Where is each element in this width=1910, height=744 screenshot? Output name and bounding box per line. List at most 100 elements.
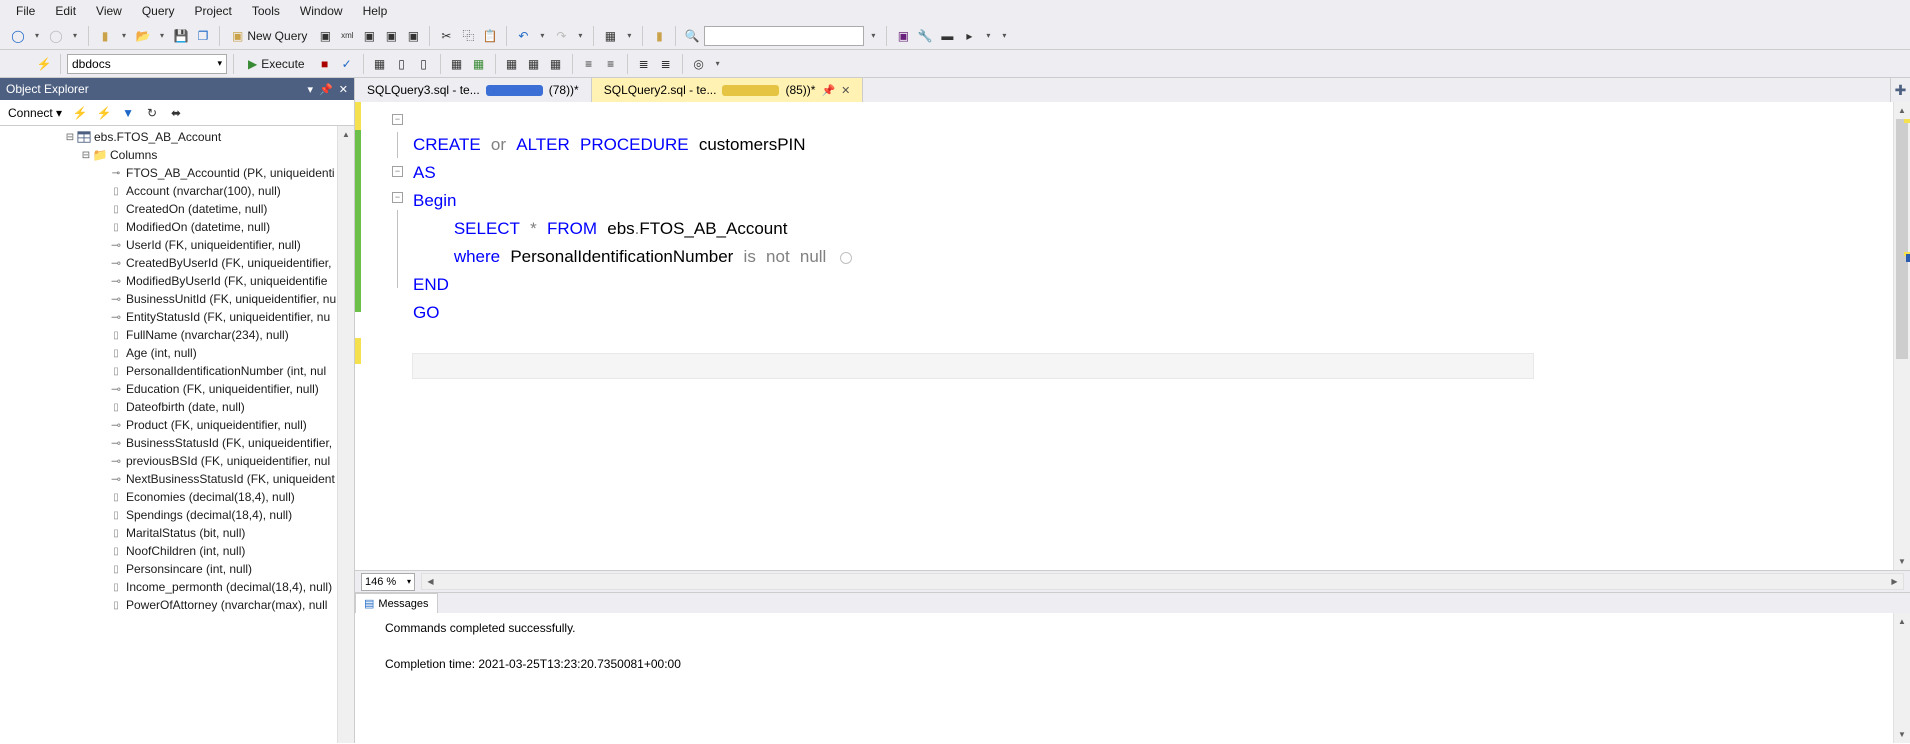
tree-table-node[interactable]: ⊟ ebs.FTOS_AB_Account [0, 128, 354, 146]
lightbulb-icon[interactable] [840, 252, 852, 264]
menu-query[interactable]: Query [132, 2, 185, 20]
tb-dd-9[interactable]: ▾ [981, 31, 995, 40]
menu-help[interactable]: Help [353, 2, 398, 20]
tb-icon-1[interactable]: ▣ [315, 26, 335, 46]
tree-column-node[interactable]: ⊸CreatedByUserId (FK, uniqueidentifier, [0, 254, 354, 272]
tree-scrollbar[interactable]: ▲ [337, 126, 354, 743]
tree-column-node[interactable]: ▯Economies (decimal(18,4), null) [0, 488, 354, 506]
refresh-icon[interactable]: ↻ [142, 103, 162, 123]
parse-icon[interactable]: ✓ [337, 54, 357, 74]
tree-column-node[interactable]: ⊸NextBusinessStatusId (FK, uniqueident [0, 470, 354, 488]
nav-forward-dropdown[interactable]: ▾ [68, 31, 82, 40]
qb-icon-5[interactable]: ▦ [469, 54, 489, 74]
qb-icon-7[interactable]: ▦ [524, 54, 544, 74]
qb-icon-4[interactable]: ▦ [447, 54, 467, 74]
tree-column-node[interactable]: ▯PersonalIdentificationNumber (int, nul [0, 362, 354, 380]
sql-code[interactable]: CREATE or ALTER PROCEDURE customersPIN A… [409, 102, 1910, 570]
save-all-icon[interactable]: ❐ [193, 26, 213, 46]
outdent-icon[interactable]: ≡ [601, 54, 621, 74]
pin-icon[interactable]: 📌 [319, 83, 333, 96]
new-item-icon[interactable]: ▮ [95, 26, 115, 46]
tb-icon-5[interactable]: ▦ [600, 26, 620, 46]
nav-forward-button[interactable]: ◯ [46, 26, 66, 46]
messages-scrollbar[interactable]: ▲ ▼ [1893, 613, 1910, 743]
messages-tab[interactable]: ▤ Messages [355, 593, 438, 613]
tb-dd-5[interactable]: ▾ [622, 31, 636, 40]
tree-column-node[interactable]: ⊸Product (FK, uniqueidentifier, null) [0, 416, 354, 434]
tree-column-node[interactable]: ▯Dateofbirth (date, null) [0, 398, 354, 416]
oe-icon-filter[interactable]: ▼ [118, 103, 138, 123]
database-selector[interactable]: dbdocs ▾ [67, 54, 227, 74]
undo-icon[interactable]: ↶ [513, 26, 533, 46]
tree-column-node[interactable]: ▯Income_permonth (decimal(18,4), null) [0, 578, 354, 596]
close-tab-icon[interactable]: ✕ [841, 84, 850, 97]
stop-icon[interactable]: ■ [315, 54, 335, 74]
redo-icon[interactable]: ↷ [551, 26, 571, 46]
tb-icon-3[interactable]: ▣ [381, 26, 401, 46]
comment-icon[interactable]: ≣ [634, 54, 654, 74]
qb-icon-1[interactable]: ▦ [370, 54, 390, 74]
qb-icon-8[interactable]: ▦ [546, 54, 566, 74]
tree-column-node[interactable]: ▯Account (nvarchar(100), null) [0, 182, 354, 200]
collapse-icon[interactable]: ⊟ [64, 132, 76, 143]
fold-toggle[interactable]: − [392, 192, 403, 203]
tree-column-node[interactable]: ⊸BusinessStatusId (FK, uniqueidentifier, [0, 434, 354, 452]
menu-file[interactable]: File [6, 2, 45, 20]
tree-column-node[interactable]: ▯Spendings (decimal(18,4), null) [0, 506, 354, 524]
save-icon[interactable]: 💾 [171, 26, 191, 46]
add-tab-button[interactable]: ✚ [1890, 78, 1910, 102]
nav-back-button[interactable]: ◯ [8, 26, 28, 46]
indent-icon[interactable]: ≡ [579, 54, 599, 74]
cut-icon[interactable]: ✂ [436, 26, 456, 46]
tb-icon-9[interactable]: ▸ [959, 26, 979, 46]
oe-icon-3[interactable]: ⬌ [166, 103, 186, 123]
redo-dropdown[interactable]: ▾ [573, 31, 587, 40]
search-dropdown[interactable]: ▾ [866, 31, 880, 40]
open-dropdown[interactable]: ▾ [155, 31, 169, 40]
zoom-selector[interactable]: 146 % ▾ [361, 573, 415, 591]
connect-button[interactable]: Connect ▾ [4, 104, 66, 122]
tb-icon-xml[interactable]: xml [337, 26, 357, 46]
tab-sqlquery3[interactable]: SQLQuery3.sql - te... xxxxxxxxx (78))* [355, 78, 592, 102]
qb-icon-last[interactable]: ◎ [689, 54, 709, 74]
tb-icon-8[interactable]: ▬ [937, 26, 957, 46]
connection-icon[interactable]: ⚡ [34, 54, 54, 74]
editor-vscrollbar[interactable]: ▲ ▼ [1893, 102, 1910, 570]
dropdown-icon[interactable]: ▾ [308, 83, 314, 96]
uncomment-icon[interactable]: ≣ [656, 54, 676, 74]
copy-icon[interactable]: ⿻ [458, 26, 478, 46]
menu-window[interactable]: Window [290, 2, 353, 20]
undo-dropdown[interactable]: ▾ [535, 31, 549, 40]
menu-edit[interactable]: Edit [45, 2, 86, 20]
tree-column-node[interactable]: ⊸previousBSId (FK, uniqueidentifier, nul [0, 452, 354, 470]
new-query-button[interactable]: ▣ New Query [226, 27, 313, 45]
qb-icon-6[interactable]: ▦ [502, 54, 522, 74]
oe-icon-2[interactable]: ⚡ [94, 103, 114, 123]
tree-column-node[interactable]: ▯ModifiedOn (datetime, null) [0, 218, 354, 236]
find-icon[interactable]: 🔍 [682, 26, 702, 46]
fold-toggle[interactable]: − [392, 166, 403, 177]
tb-icon-7[interactable]: ▣ [893, 26, 913, 46]
search-box[interactable] [704, 26, 864, 46]
tree-column-node[interactable]: ▯MaritalStatus (bit, null) [0, 524, 354, 542]
tree-column-node[interactable]: ⊸ModifiedByUserId (FK, uniqueidentifie [0, 272, 354, 290]
nav-back-dropdown[interactable]: ▾ [30, 31, 44, 40]
messages-output[interactable]: Commands completed successfully. Complet… [355, 613, 1910, 743]
pin-icon[interactable]: 📌 [821, 84, 835, 97]
tree-column-node[interactable]: ▯Personsincare (int, null) [0, 560, 354, 578]
tree-column-node[interactable]: ▯PowerOfAttorney (nvarchar(max), null [0, 596, 354, 614]
tree-column-node[interactable]: ▯Age (int, null) [0, 344, 354, 362]
tb-icon-2[interactable]: ▣ [359, 26, 379, 46]
editor-hscrollbar[interactable]: ◀ ▶ [421, 573, 1904, 590]
menu-tools[interactable]: Tools [242, 2, 290, 20]
tree-columns-folder[interactable]: ⊟ 📁 Columns [0, 146, 354, 164]
tree-column-node[interactable]: ⊸FTOS_AB_Accountid (PK, uniqueidenti [0, 164, 354, 182]
tree-column-node[interactable]: ▯CreatedOn (datetime, null) [0, 200, 354, 218]
menu-view[interactable]: View [86, 2, 132, 20]
tree-column-node[interactable]: ⊸EntityStatusId (FK, uniqueidentifier, n… [0, 308, 354, 326]
open-file-icon[interactable]: 📂 [133, 26, 153, 46]
menu-project[interactable]: Project [185, 2, 242, 20]
tb-icon-wrench[interactable]: 🔧 [915, 26, 935, 46]
toolbar2-overflow[interactable]: ▾ [711, 59, 725, 68]
qb-icon-3[interactable]: ▯ [414, 54, 434, 74]
